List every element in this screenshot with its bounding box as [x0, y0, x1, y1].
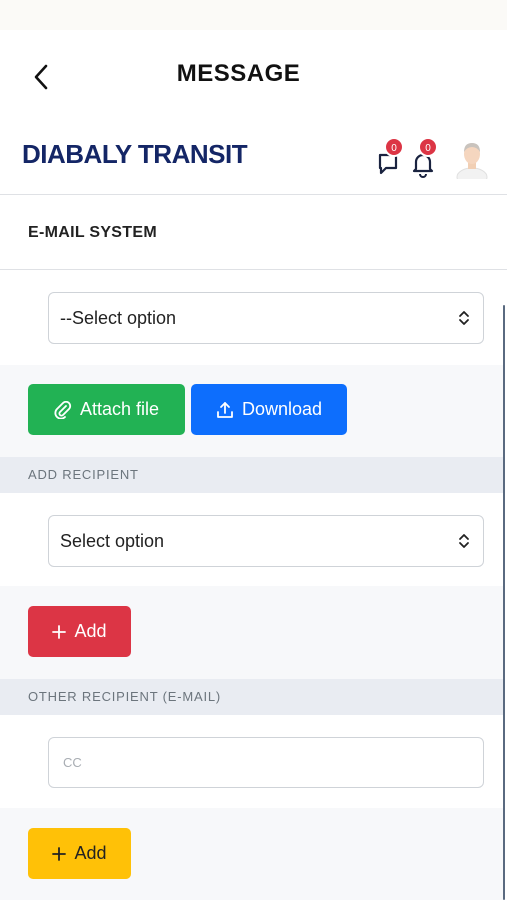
add-recipient-button[interactable]: Add [28, 606, 131, 657]
other-recipient-header: OTHER RECIPIENT (E-MAIL) [0, 679, 503, 715]
brand-bar: DIABALY TRANSIT 0 0 [0, 125, 507, 195]
scrollbar[interactable] [503, 305, 505, 900]
other-recipient-label: OTHER RECIPIENT (E-MAIL) [28, 689, 222, 704]
upload-icon [216, 401, 234, 419]
page-title: MESSAGE [0, 60, 507, 88]
add-other-recipient-button-label: Add [74, 843, 107, 863]
notifications-button[interactable]: 0 [410, 137, 440, 178]
messages-badge: 0 [384, 137, 404, 157]
messages-button[interactable]: 0 [376, 137, 406, 177]
status-bar [0, 0, 507, 30]
brand-name: DIABALY TRANSIT [22, 139, 248, 169]
add-recipient-button-label: Add [74, 621, 107, 641]
user-avatar-icon [456, 143, 488, 187]
download-button[interactable]: Download [191, 384, 347, 435]
recipient-select-value: Select option [60, 531, 165, 551]
add-other-recipient-button[interactable]: Add [28, 828, 131, 879]
section-title: E-MAIL SYSTEM [28, 224, 157, 241]
attach-file-label: Attach file [79, 399, 160, 419]
recipient-select[interactable]: Select option [48, 515, 484, 567]
plus-icon [52, 624, 67, 639]
section-header: E-MAIL SYSTEM [0, 196, 507, 270]
message-type-select[interactable]: --Select option [48, 292, 484, 344]
add-recipient-header: ADD RECIPIENT [0, 457, 503, 493]
updown-chevron-icon [459, 311, 469, 325]
attach-file-button[interactable]: Attach file [28, 384, 185, 435]
plus-icon [52, 846, 67, 861]
updown-chevron-icon [459, 534, 469, 548]
page-title-text: MESSAGE [176, 60, 301, 87]
avatar[interactable] [454, 139, 490, 187]
message-type-select-value: --Select option [60, 308, 177, 328]
add-recipient-label: ADD RECIPIENT [28, 467, 139, 482]
notifications-badge: 0 [418, 137, 438, 157]
top-bar: MESSAGE [0, 30, 507, 125]
cc-email-input[interactable] [48, 737, 484, 788]
download-label: Download [241, 399, 323, 419]
paperclip-icon [54, 400, 72, 419]
